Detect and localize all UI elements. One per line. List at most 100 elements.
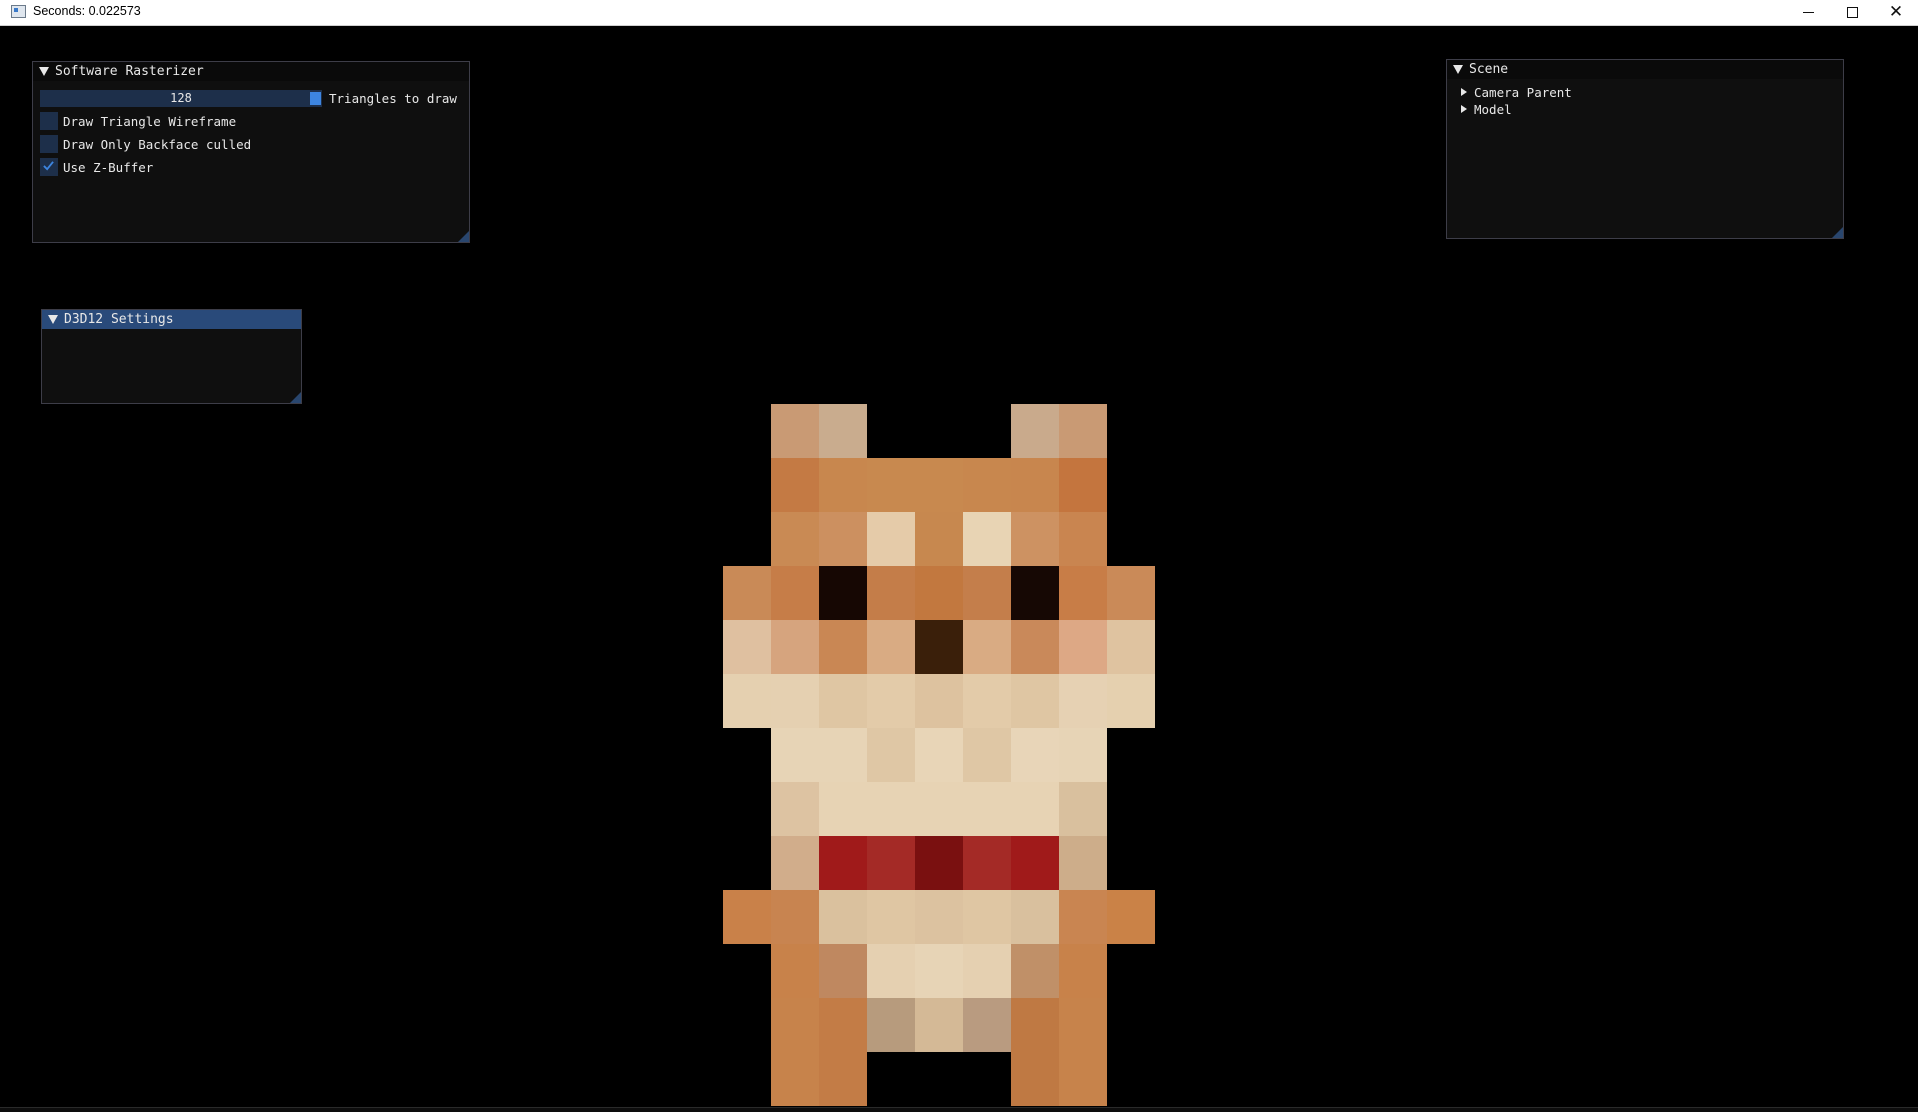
model-pixel	[819, 728, 867, 782]
model-pixel	[1011, 782, 1059, 836]
model-pixel	[915, 836, 963, 890]
model-pixel	[867, 512, 915, 566]
model-pixel	[867, 836, 915, 890]
model-pixel	[1059, 782, 1107, 836]
model-pixel	[1059, 512, 1107, 566]
model-pixel	[1011, 836, 1059, 890]
model-pixel	[963, 728, 1011, 782]
model-pixel	[723, 566, 771, 620]
model-pixel	[1059, 890, 1107, 944]
model-pixel	[771, 458, 819, 512]
maximize-icon	[1846, 6, 1858, 18]
triangles-slider[interactable]: 128	[40, 90, 322, 107]
model-pixel	[867, 620, 915, 674]
model-pixel	[915, 944, 963, 998]
scene-panel: Scene Camera Parent Model	[1446, 59, 1844, 239]
model-pixel	[819, 998, 867, 1052]
model-pixel	[771, 998, 819, 1052]
model-pixel	[867, 566, 915, 620]
tree-item-model[interactable]: Model	[1461, 102, 1512, 117]
scene-panel-title-bar[interactable]: Scene	[1447, 60, 1843, 79]
checkbox-z-buffer[interactable]: Use Z-Buffer	[40, 158, 153, 176]
model-pixel	[1059, 1052, 1107, 1106]
model-pixel	[915, 512, 963, 566]
triangles-slider-value: 128	[170, 91, 192, 105]
model-pixel	[915, 890, 963, 944]
model-pixel	[819, 458, 867, 512]
resize-grip[interactable]	[290, 392, 301, 403]
model-pixel	[1011, 998, 1059, 1052]
model-pixel	[771, 620, 819, 674]
model-pixel	[771, 836, 819, 890]
model-pixel	[867, 728, 915, 782]
model-pixel	[1011, 404, 1059, 458]
model-pixel	[771, 1052, 819, 1106]
rasterizer-panel-title-bar[interactable]: Software Rasterizer	[33, 62, 469, 81]
close-button[interactable]: ✕	[1874, 0, 1918, 24]
model-pixel	[819, 674, 867, 728]
resize-grip[interactable]	[1832, 227, 1843, 238]
collapse-arrow-icon[interactable]	[1453, 65, 1463, 74]
expand-arrow-icon[interactable]	[1461, 105, 1467, 113]
collapse-arrow-icon[interactable]	[39, 67, 49, 76]
resize-grip[interactable]	[458, 231, 469, 242]
model-pixel	[915, 674, 963, 728]
model-pixel	[1011, 458, 1059, 512]
model-pixel	[819, 782, 867, 836]
model-pixel	[963, 512, 1011, 566]
window-title-bar: Seconds: 0.022573 ✕	[0, 0, 1918, 26]
checkbox-box[interactable]	[40, 158, 58, 176]
d3d12-settings-panel: D3D12 Settings	[41, 309, 302, 404]
bottom-edge	[0, 1107, 1918, 1112]
model-pixel	[963, 998, 1011, 1052]
model-pixel	[915, 998, 963, 1052]
expand-arrow-icon[interactable]	[1461, 88, 1467, 96]
model-pixel	[963, 566, 1011, 620]
checkbox-wireframe[interactable]: Draw Triangle Wireframe	[40, 112, 236, 130]
model-pixel	[1107, 890, 1155, 944]
model-pixel	[771, 404, 819, 458]
slider-grab-handle[interactable]	[310, 92, 321, 105]
checkbox-label: Draw Only Backface culled	[63, 136, 252, 152]
checkbox-box[interactable]	[40, 112, 58, 130]
model-pixel	[1059, 620, 1107, 674]
model-pixel	[819, 620, 867, 674]
rendered-model-viewport	[723, 404, 1155, 1106]
minimize-icon	[1802, 11, 1814, 13]
model-pixel	[1107, 674, 1155, 728]
checkbox-label: Use Z-Buffer	[63, 159, 154, 175]
model-pixel	[771, 674, 819, 728]
model-pixel	[1059, 458, 1107, 512]
triangles-slider-label: Triangles to draw	[329, 91, 457, 106]
model-pixel	[915, 782, 963, 836]
model-pixel	[771, 944, 819, 998]
model-pixel	[1011, 566, 1059, 620]
model-pixel	[723, 674, 771, 728]
model-pixel	[963, 836, 1011, 890]
model-pixel	[1011, 674, 1059, 728]
minimize-button[interactable]	[1786, 0, 1830, 24]
tree-item-label: Camera Parent	[1474, 85, 1572, 100]
model-pixel	[867, 944, 915, 998]
model-pixel	[771, 782, 819, 836]
model-pixel	[819, 566, 867, 620]
checkbox-box[interactable]	[40, 135, 58, 153]
tree-item-camera-parent[interactable]: Camera Parent	[1461, 85, 1572, 100]
maximize-button[interactable]	[1830, 0, 1874, 24]
model-pixel	[819, 404, 867, 458]
app-icon	[11, 5, 26, 18]
collapse-arrow-icon[interactable]	[48, 315, 58, 324]
model-pixel	[963, 890, 1011, 944]
tree-item-label: Model	[1474, 102, 1512, 117]
model-pixel	[867, 458, 915, 512]
model-pixel	[915, 728, 963, 782]
model-pixel	[1011, 944, 1059, 998]
model-pixel	[915, 458, 963, 512]
checkbox-backface-culled[interactable]: Draw Only Backface culled	[40, 135, 251, 153]
model-pixel	[1011, 890, 1059, 944]
model-pixel	[1059, 836, 1107, 890]
d3d12-panel-title-bar[interactable]: D3D12 Settings	[42, 310, 301, 329]
close-icon: ✕	[1888, 2, 1904, 22]
model-pixel	[819, 836, 867, 890]
model-pixel	[915, 566, 963, 620]
